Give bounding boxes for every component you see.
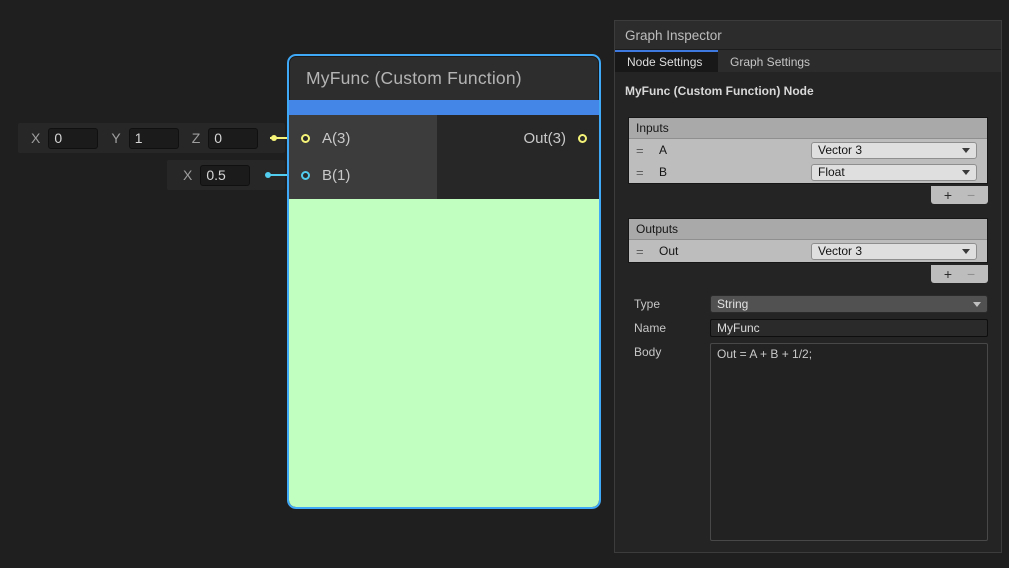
inputs-list-footer: + −	[931, 186, 988, 204]
input-port-b[interactable]: B(1)	[289, 160, 437, 190]
input-ports-column: A(3) B(1)	[289, 115, 437, 199]
drag-handle-icon[interactable]: =	[636, 143, 650, 158]
input-name: B	[659, 165, 667, 179]
inputs-list-header: Inputs	[629, 118, 987, 139]
name-label: Name	[634, 319, 710, 335]
input-name: A	[659, 143, 667, 157]
type-dropdown[interactable]: String	[710, 295, 988, 313]
chevron-down-icon	[973, 302, 981, 307]
name-field[interactable]	[710, 319, 988, 337]
node-accent-bar	[289, 100, 599, 115]
tab-node-settings[interactable]: Node Settings	[615, 50, 718, 72]
dropdown-value: Float	[818, 165, 845, 179]
add-icon[interactable]: +	[944, 188, 952, 202]
drag-handle-icon[interactable]: =	[636, 244, 650, 259]
y-value-input[interactable]	[129, 128, 179, 149]
drag-handle-icon[interactable]: =	[636, 165, 650, 180]
inspector-title[interactable]: Graph Inspector	[615, 21, 1001, 50]
inspected-node-name: MyFunc (Custom Function) Node	[625, 84, 991, 98]
node-preview[interactable]	[289, 199, 599, 507]
x-value-input[interactable]	[48, 128, 98, 149]
vector3-default-widget: X Y Z	[18, 123, 285, 153]
dropdown-value: Vector 3	[818, 143, 862, 157]
shader-graph-canvas[interactable]: X Y Z X MyFunc (Custom Function) A(3) B(…	[0, 0, 1009, 568]
remove-icon[interactable]: −	[967, 188, 975, 202]
input-port-a[interactable]: A(3)	[289, 123, 437, 153]
add-icon[interactable]: +	[944, 267, 952, 281]
input-type-dropdown[interactable]: Vector 3	[811, 142, 977, 159]
inputs-list-rows: = A Vector 3 = B Float	[629, 139, 987, 183]
output-port-out[interactable]: Out(3)	[437, 123, 599, 153]
chevron-down-icon	[962, 249, 970, 254]
axis-label-x: X	[31, 130, 40, 146]
output-type-dropdown[interactable]: Vector 3	[811, 243, 977, 260]
axis-label-y: Y	[111, 130, 120, 146]
inspector-tabbar: Node Settings Graph Settings	[615, 50, 1001, 72]
chevron-down-icon	[962, 148, 970, 153]
node-ports-area: A(3) B(1) Out(3)	[289, 115, 599, 199]
outputs-list: Outputs = Out Vector 3	[628, 218, 988, 263]
outputs-list-rows: = Out Vector 3	[629, 240, 987, 262]
x-float-value-input[interactable]	[200, 165, 250, 186]
outputs-list-footer: + −	[931, 265, 988, 283]
node-title[interactable]: MyFunc (Custom Function)	[289, 56, 599, 100]
float-default-widget: X	[167, 160, 285, 190]
list-item[interactable]: = B Float	[629, 161, 987, 183]
body-field-row: Body Out = A + B + 1/2;	[634, 343, 988, 546]
outputs-list-header: Outputs	[629, 219, 987, 240]
port-label-b: B(1)	[322, 167, 350, 184]
type-label: Type	[634, 295, 710, 311]
custom-function-node[interactable]: MyFunc (Custom Function) A(3) B(1) Out(3…	[287, 54, 601, 509]
graph-inspector-panel: Graph Inspector Node Settings Graph Sett…	[614, 20, 1002, 553]
list-item[interactable]: = Out Vector 3	[629, 240, 987, 262]
vector3-port-icon[interactable]	[301, 134, 310, 143]
port-label-out: Out(3)	[523, 130, 566, 147]
output-name: Out	[659, 244, 678, 258]
vector3-port-icon[interactable]	[578, 134, 587, 143]
inspector-body: MyFunc (Custom Function) Node Inputs = A…	[615, 84, 1001, 546]
dropdown-value: Vector 3	[818, 244, 862, 258]
output-ports-column: Out(3)	[437, 115, 599, 199]
port-label-a: A(3)	[322, 130, 350, 147]
remove-icon[interactable]: −	[967, 267, 975, 281]
inputs-list: Inputs = A Vector 3 = B Floa	[628, 117, 988, 184]
input-type-dropdown[interactable]: Float	[811, 164, 977, 181]
chevron-down-icon	[962, 170, 970, 175]
dropdown-value: String	[717, 297, 748, 311]
tab-graph-settings[interactable]: Graph Settings	[718, 50, 822, 72]
float-port-icon[interactable]	[301, 171, 310, 180]
body-label: Body	[634, 343, 710, 359]
list-item[interactable]: = A Vector 3	[629, 139, 987, 161]
axis-label-x: X	[183, 167, 192, 183]
axis-label-z: Z	[192, 130, 201, 146]
type-field-row: Type String	[634, 295, 988, 313]
z-value-input[interactable]	[208, 128, 258, 149]
name-field-row: Name	[634, 319, 988, 337]
body-field[interactable]: Out = A + B + 1/2;	[710, 343, 988, 541]
